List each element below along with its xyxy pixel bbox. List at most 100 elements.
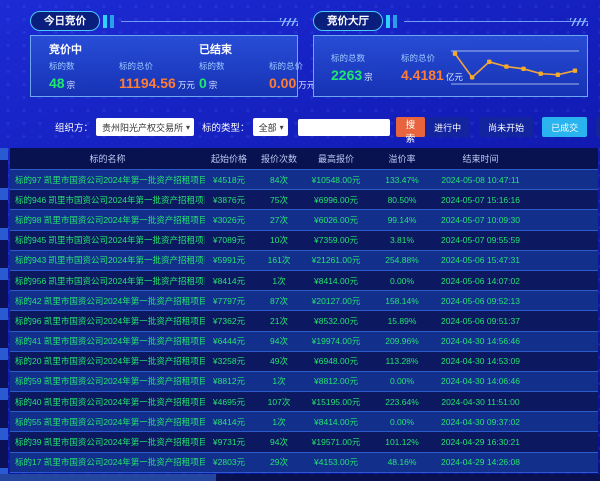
cell-bid-count: 87次	[253, 295, 305, 307]
cell-premium-rate: 254.88%	[367, 255, 437, 265]
horizontal-scrollbar[interactable]	[0, 474, 600, 481]
cell-end-time: 2024-05-08 10:47:11	[437, 175, 598, 185]
cell-end-time: 2024-04-30 14:56:46	[437, 336, 598, 346]
hall-chart-wrap	[449, 36, 587, 96]
table-row[interactable]: 标的943 凯里市国资公司2024年第一批资产招租项目 ¥5991元 161次 …	[10, 250, 598, 270]
table-row[interactable]: 标的97 凯里市国资公司2024年第一批资产招租项目 ¥4518元 84次 ¥1…	[10, 169, 598, 189]
table-header: 标的名称 起始价格 报价次数 最高报价 溢价率 结束时间	[10, 148, 598, 169]
count-label: 标的数	[49, 60, 111, 72]
organizer-label: 组织方：	[55, 120, 93, 134]
search-button[interactable]: 搜索	[396, 117, 426, 137]
cell-start-price: ¥3876元	[205, 194, 253, 206]
cell-bid-count: 27次	[253, 214, 305, 226]
cell-start-price: ¥6444元	[205, 335, 253, 347]
table-row[interactable]: 标的41 凯里市国资公司2024年第一批资产招租项目 ¥6444元 94次 ¥1…	[10, 331, 598, 351]
cell-start-price: ¥7362元	[205, 315, 253, 327]
table-row[interactable]: 标的946 凯里市国资公司2024年第一批资产招租项目 ¥3876元 75次 ¥…	[10, 189, 598, 209]
cell-end-time: 2024-04-30 14:06:46	[437, 376, 598, 386]
cell-bid-count: 107次	[253, 396, 305, 408]
table-row[interactable]: 标的55 凯里市国资公司2024年第一批资产招租项目 ¥8414元 1次 ¥84…	[10, 411, 598, 431]
slashes-icon	[570, 18, 588, 26]
cell-bid-count: 161次	[253, 254, 305, 266]
cell-premium-rate: 0.00%	[367, 417, 437, 427]
cell-highest-bid: ¥20127.00元	[305, 295, 367, 307]
header-highest-bid: 最高报价	[305, 152, 367, 165]
table-row[interactable]: 标的40 凯里市国资公司2024年第一批资产招租项目 ¥4695元 107次 ¥…	[10, 391, 598, 411]
cell-end-time: 2024-04-29 16:30:21	[437, 437, 598, 447]
cell-premium-rate: 80.50%	[367, 195, 437, 205]
cell-name: 标的39 凯里市国资公司2024年第一批资产招租项目	[10, 436, 205, 448]
cell-end-time: 2024-05-06 14:07:02	[437, 276, 598, 286]
cell-name: 标的96 凯里市国资公司2024年第一批资产招租项目	[10, 315, 205, 327]
count-value: 48宗	[49, 75, 111, 93]
cell-highest-bid: ¥19571.00元	[305, 436, 367, 448]
vertical-scrollbar[interactable]	[0, 148, 8, 474]
cell-highest-bid: ¥21261.00元	[305, 254, 367, 266]
type-select[interactable]: 全部 ▾	[253, 118, 288, 136]
status-filter-button[interactable]: 进行中	[425, 117, 470, 137]
tab-bidding-hall[interactable]: 竞价大厅	[313, 11, 383, 31]
cell-name: 标的55 凯里市国资公司2024年第一批资产招租项目	[10, 416, 205, 428]
cell-premium-rate: 99.14%	[367, 215, 437, 225]
table-row[interactable]: 标的20 凯里市国资公司2024年第一批资产招租项目 ¥3258元 49次 ¥6…	[10, 351, 598, 371]
cell-highest-bid: ¥8414.00元	[305, 275, 367, 287]
cell-highest-bid: ¥4153.00元	[305, 456, 367, 468]
table-row[interactable]: 标的96 凯里市国资公司2024年第一批资产招租项目 ¥7362元 21次 ¥8…	[10, 310, 598, 330]
cell-premium-rate: 15.89%	[367, 316, 437, 326]
search-input[interactable]	[298, 119, 390, 136]
table-row[interactable]: 标的945 凯里市国资公司2024年第一批资产招租项目 ¥7089元 10次 ¥…	[10, 230, 598, 250]
status-filter-button[interactable]: 尚未开始	[479, 117, 533, 137]
status-filter-button[interactable]: 已成交	[542, 117, 587, 137]
cell-start-price: ¥8414元	[205, 275, 253, 287]
in-progress-title: 竞价中	[49, 41, 161, 57]
table-row[interactable]: 标的42 凯里市国资公司2024年第一批资产招租项目 ¥7797元 87次 ¥2…	[10, 290, 598, 310]
today-bidding-section: 今日竞价 竞价中 标的数 48宗 标的总价 11194.56万元	[30, 10, 298, 97]
cell-bid-count: 29次	[253, 456, 305, 468]
hall-tab-row: 竞价大厅	[313, 10, 588, 32]
cell-highest-bid: ¥8532.00元	[305, 315, 367, 327]
tab-today-bidding[interactable]: 今日竞价	[30, 11, 100, 31]
cell-premium-rate: 223.64%	[367, 397, 437, 407]
cell-start-price: ¥5991元	[205, 254, 253, 266]
cell-name: 标的956 凯里市国资公司2024年第一批资产招租项目	[10, 275, 205, 287]
cell-bid-count: 94次	[253, 436, 305, 448]
status-filter-button[interactable]: 体验大厅	[596, 117, 600, 137]
header-name: 标的名称	[10, 152, 205, 165]
organizer-select[interactable]: 贵州阳光产权交易所 ▾	[96, 118, 194, 136]
cell-bid-count: 1次	[253, 375, 305, 387]
cell-highest-bid: ¥19974.00元	[305, 335, 367, 347]
hall-trend-chart	[449, 41, 581, 93]
decor-line	[404, 21, 588, 22]
decor-line	[121, 21, 298, 22]
cell-highest-bid: ¥15195.00元	[305, 396, 367, 408]
table-row[interactable]: 标的59 凯里市国资公司2024年第一批资产招租项目 ¥8812元 1次 ¥88…	[10, 371, 598, 391]
decor-bar-icon	[393, 15, 397, 28]
cell-highest-bid: ¥10548.00元	[305, 174, 367, 186]
cell-premium-rate: 158.14%	[367, 296, 437, 306]
cell-end-time: 2024-04-30 11:51:00	[437, 397, 598, 407]
cell-name: 标的17 凯里市国资公司2024年第一批资产招租项目	[10, 456, 205, 468]
today-tab-row: 今日竞价	[30, 10, 298, 32]
cell-premium-rate: 0.00%	[367, 376, 437, 386]
cell-premium-rate: 3.81%	[367, 235, 437, 245]
cell-name: 标的41 凯里市国资公司2024年第一批资产招租项目	[10, 335, 205, 347]
cell-highest-bid: ¥6996.00元	[305, 194, 367, 206]
cell-premium-rate: 101.12%	[367, 437, 437, 447]
today-stats-panel: 竞价中 标的数 48宗 标的总价 11194.56万元 已结束	[30, 35, 298, 97]
cell-end-time: 2024-05-07 09:55:59	[437, 235, 598, 245]
decor-bar-icon	[110, 15, 114, 28]
header-end-time: 结束时间	[437, 152, 598, 165]
table-row[interactable]: 标的39 凯里市国资公司2024年第一批资产招租项目 ¥9731元 94次 ¥1…	[10, 431, 598, 451]
cell-name: 标的943 凯里市国资公司2024年第一批资产招租项目	[10, 254, 205, 266]
count-label: 标的数	[199, 60, 261, 72]
cell-start-price: ¥7089元	[205, 234, 253, 246]
cell-highest-bid: ¥8812.00元	[305, 375, 367, 387]
cell-name: 标的97 凯里市国资公司2024年第一批资产招租项目	[10, 174, 205, 186]
table-row[interactable]: 标的956 凯里市国资公司2024年第一批资产招租项目 ¥8414元 1次 ¥8…	[10, 270, 598, 290]
total-count-value: 2263宗	[331, 67, 393, 85]
table-row[interactable]: 标的98 凯里市国资公司2024年第一批资产招租项目 ¥3026元 27次 ¥6…	[10, 209, 598, 229]
table-row[interactable]: 标的17 凯里市国资公司2024年第一批资产招租项目 ¥2803元 29次 ¥4…	[10, 452, 598, 472]
cell-name: 标的59 凯里市国资公司2024年第一批资产招租项目	[10, 375, 205, 387]
cell-end-time: 2024-05-06 09:52:13	[437, 296, 598, 306]
cell-premium-rate: 0.00%	[367, 276, 437, 286]
